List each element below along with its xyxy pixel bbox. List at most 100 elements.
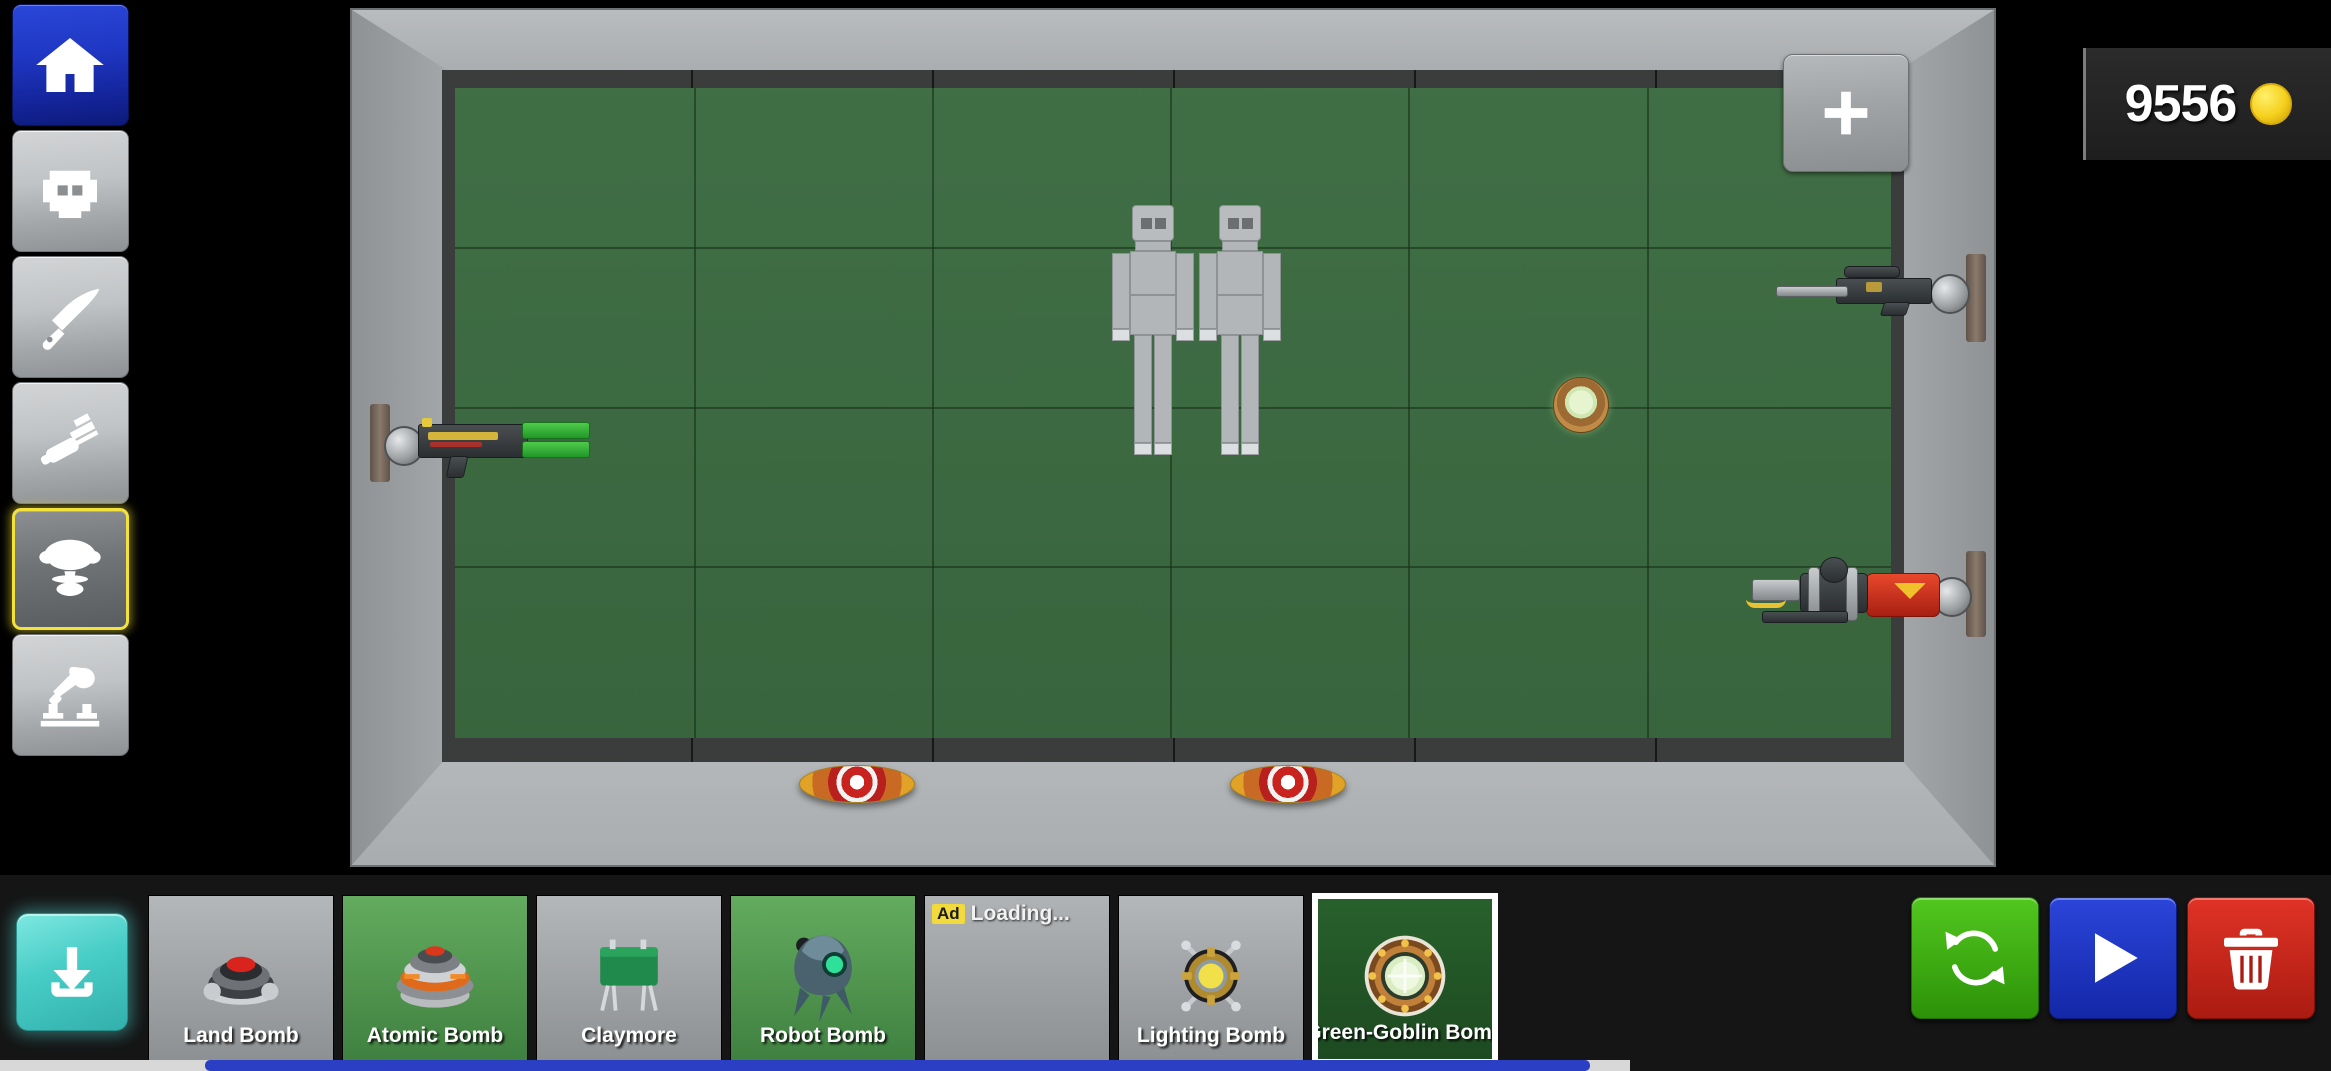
ragdoll-hand-right	[1175, 329, 1194, 341]
gun-icon	[40, 413, 99, 465]
item-label: Land Bomb	[183, 1024, 299, 1047]
sniper-grip	[1879, 302, 1911, 316]
item-label: Claymore	[581, 1024, 677, 1047]
category-item-ragdoll[interactable]	[11, 130, 129, 252]
knife-icon	[42, 288, 100, 350]
ragdoll-leg-right	[1153, 335, 1172, 443]
item-slot-land-bomb[interactable]: Land Bomb	[148, 895, 334, 1063]
item-slot-green-goblin-bomb[interactable]: Green-Goblin Bomb	[1312, 893, 1498, 1065]
flamethrower-nozzle-cap	[1820, 557, 1848, 583]
download-icon	[51, 947, 93, 997]
reset-button[interactable]	[1911, 897, 2039, 1019]
ragdoll-foot-right	[1241, 443, 1260, 455]
ragdoll-arm-right	[1175, 253, 1194, 329]
item-slot-claymore[interactable]: Claymore	[536, 895, 722, 1063]
ragdoll-chest	[1217, 251, 1264, 295]
download-button[interactable]	[16, 913, 128, 1031]
item-label: Lighting Bomb	[1136, 1024, 1286, 1047]
sniper-receiver	[1836, 278, 1932, 304]
flamethrower-muzzle	[1752, 579, 1800, 601]
fuel-hose	[1746, 599, 1786, 608]
play-icon	[2095, 933, 2138, 983]
arena-back-wall[interactable]	[455, 88, 1891, 738]
ragdoll-abdomen	[1129, 295, 1176, 335]
ragdoll-head	[1131, 205, 1174, 241]
gun-barrel-top	[522, 422, 590, 439]
atomic-bomb-icon	[396, 945, 474, 1008]
gun-receiver	[418, 424, 528, 458]
ragdoll-foot-right	[1153, 443, 1172, 455]
plus-icon	[1824, 91, 1868, 135]
land-bomb-icon	[203, 956, 279, 1005]
ragdoll-1[interactable]	[1106, 205, 1202, 455]
item-slot-robot-bomb[interactable]: Robot Bomb	[730, 895, 916, 1063]
robot-bomb-icon	[794, 935, 852, 1022]
category-item-home[interactable]	[11, 4, 129, 126]
home-icon	[36, 38, 104, 92]
ragdoll-arm-right	[1263, 253, 1282, 329]
ragdoll-arm-left	[1111, 253, 1130, 329]
weapon-sniper-rifle[interactable]	[1756, 254, 1986, 342]
currency-panel[interactable]: 9556	[2083, 48, 2331, 160]
ragdoll-leg-left	[1221, 335, 1240, 443]
placed-land-mine-2[interactable]	[1230, 765, 1347, 803]
item-strip[interactable]: Land Bomb Atomic Bomb Claymore Robot Bom…	[148, 893, 1778, 1067]
ragdoll-neck	[1222, 241, 1259, 251]
sniper-bolt	[1866, 282, 1882, 292]
weapon-green-barrel-gun[interactable]	[370, 404, 600, 482]
ragdoll-hand-left	[1111, 329, 1130, 341]
gun-stripe	[428, 432, 498, 440]
item-slot-lighting-bomb[interactable]: Lighting Bomb	[1118, 895, 1304, 1063]
gun-stripe-2	[430, 442, 482, 447]
coin-amount: 9556	[2124, 75, 2238, 133]
ad-loading-row: Ad Loading...	[932, 902, 1070, 926]
arena-floor	[352, 753, 1994, 865]
ragdoll-neck	[1134, 241, 1171, 251]
arena-room[interactable]	[352, 10, 1994, 865]
category-item-melee[interactable]	[11, 256, 129, 378]
green-goblin-bomb-icon	[1364, 935, 1446, 1017]
placed-green-goblin-bomb[interactable]	[1553, 377, 1610, 434]
action-buttons	[1911, 897, 2315, 1019]
gun-barrel-bottom	[522, 441, 590, 458]
bottom-bar: Land Bomb Atomic Bomb Claymore Robot Bom…	[0, 875, 2331, 1071]
arena-viewport[interactable]	[352, 10, 1994, 865]
item-slot-ad[interactable]: Ad Loading...	[924, 895, 1110, 1063]
item-strip-scrollbar-thumb[interactable]	[205, 1060, 1590, 1071]
flamethrower-rail	[1762, 611, 1848, 623]
trash-icon	[2224, 928, 2278, 990]
game-screen: 9556 Land Bomb Atomic Bomb Claymore Robo…	[0, 0, 2331, 1071]
placed-land-mine-1[interactable]	[798, 765, 915, 803]
category-item-machines[interactable]	[11, 634, 129, 756]
sniper-scope	[1844, 266, 1900, 278]
item-label: Green-Goblin Bomb	[1312, 1021, 1498, 1044]
play-button[interactable]	[2049, 897, 2177, 1019]
ragdoll-2[interactable]	[1193, 205, 1289, 455]
robot-arm-icon	[40, 667, 100, 727]
ragdoll-head	[1219, 205, 1262, 241]
ragdoll-chest	[1129, 251, 1176, 295]
ragdoll-foot-left	[1133, 443, 1152, 455]
ragdoll-hand-left	[1199, 329, 1218, 341]
category-rail	[0, 0, 140, 780]
item-label: Atomic Bomb	[366, 1024, 504, 1047]
ragdoll-abdomen	[1217, 295, 1264, 335]
ragdoll-hand-right	[1263, 329, 1282, 341]
refresh-icon	[1945, 930, 2005, 986]
item-slot-atomic-bomb[interactable]: Atomic Bomb	[342, 895, 528, 1063]
coin-icon	[2250, 83, 2293, 125]
add-object-button[interactable]	[1783, 54, 1909, 172]
sniper-barrel	[1776, 286, 1848, 297]
ragdoll-leg-right	[1241, 335, 1260, 443]
category-item-guns[interactable]	[11, 382, 129, 504]
mount-knob	[1930, 274, 1970, 314]
weapon-flamethrower[interactable]	[1736, 551, 1986, 641]
clear-button[interactable]	[2187, 897, 2315, 1019]
category-item-bombs[interactable]	[11, 508, 129, 630]
tank-marking	[1894, 583, 1926, 599]
claymore-icon	[600, 939, 658, 1011]
item-strip-scrollbar-track[interactable]	[0, 1060, 1630, 1071]
ragdoll-arm-left	[1199, 253, 1218, 329]
ad-loading-text: Loading...	[970, 902, 1070, 925]
explosion-icon	[39, 539, 101, 596]
